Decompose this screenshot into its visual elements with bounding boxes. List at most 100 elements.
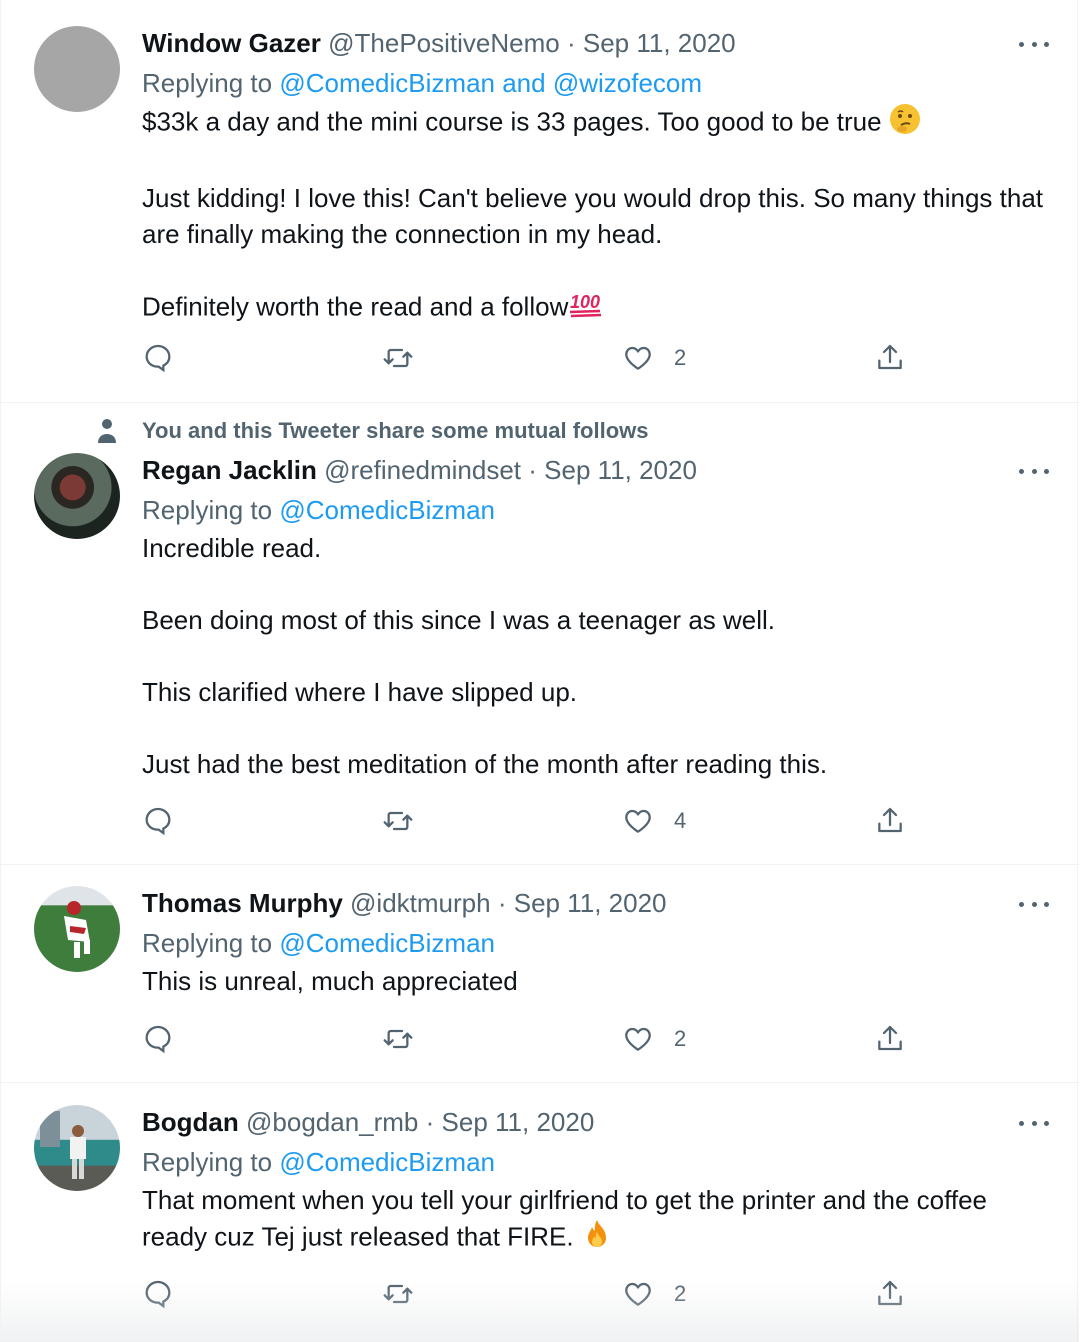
like-count: 2 [674, 1026, 687, 1051]
mutual-follows-notice: You and this Tweeter share some mutual f… [96, 417, 649, 445]
timestamp[interactable]: Sep 11, 2020 [442, 1107, 595, 1137]
fire-emoji-icon [581, 1218, 613, 1259]
heart-icon [625, 809, 651, 833]
tweet-header: Thomas Murphy @idktmurph · Sep 11, 2020 [142, 887, 1049, 919]
avatar[interactable] [34, 26, 120, 112]
reply-button[interactable] [142, 1023, 174, 1055]
display-name[interactable]: Thomas Murphy [142, 888, 343, 918]
retweet-button[interactable] [382, 805, 414, 837]
separator: · [528, 455, 537, 485]
tweet-paragraph: Been doing most of this since I was a te… [142, 605, 776, 635]
tweet-text: Incredible read. Been doing most of this… [142, 530, 1049, 782]
tweet-paragraph: Definitely worth the read and a follow [142, 291, 569, 322]
replying-to: Replying to @ComedicBizman and @wizofeco… [142, 67, 1049, 99]
like-count: 2 [674, 345, 687, 370]
tweet-paragraph: $33k a day and the mini course is 33 pag… [142, 106, 882, 137]
share-button[interactable] [874, 1023, 906, 1055]
tweet-window-gazer[interactable]: Window Gazer @ThePositiveNemo · Sep 11, … [1, 0, 1079, 403]
tweet-text: This is unreal, much appreciated [142, 963, 1049, 999]
replying-to-link[interactable]: @ComedicBizman [279, 1147, 495, 1177]
avatar-photo [40, 1111, 86, 1179]
tweet-header: Bogdan @bogdan_rmb · Sep 11, 2020 [142, 1106, 1049, 1138]
retweet-button[interactable] [382, 1023, 414, 1055]
tweet-paragraph: Just kidding! I love this! Can't believe… [142, 183, 1044, 249]
tweet-content: Window Gazer @ThePositiveNemo · Sep 11, … [142, 27, 1049, 329]
tweet-header: Regan Jacklin @refinedmindset · Sep 11, … [142, 454, 1049, 486]
tweet-text: That moment when you tell your girlfrien… [142, 1182, 1049, 1259]
reply-icon [145, 1280, 171, 1309]
tweet-paragraph: This is unreal, much appreciated [142, 966, 518, 996]
like-button[interactable]: 2 [622, 1278, 686, 1310]
like-button[interactable]: 2 [622, 342, 686, 374]
replies-feed: Window Gazer @ThePositiveNemo · Sep 11, … [0, 0, 1079, 1342]
share-icon [878, 1280, 902, 1306]
tweet-thomas-murphy[interactable]: Thomas Murphy @idktmurph · Sep 11, 2020 … [1, 865, 1079, 1083]
reply-icon [145, 807, 171, 836]
tweet-actions: 2 [142, 1278, 912, 1318]
replying-to-link[interactable]: @ComedicBizman and @wizofecom [279, 68, 702, 98]
reply-button[interactable] [142, 342, 174, 374]
avatar[interactable] [34, 453, 120, 539]
retweet-icon [383, 811, 413, 831]
tweet-content: Thomas Murphy @idktmurph · Sep 11, 2020 … [142, 887, 1049, 999]
replying-to-link[interactable]: @ComedicBizman [279, 928, 495, 958]
heart-icon [625, 1282, 651, 1306]
tweet-actions: 4 [142, 805, 912, 845]
reply-button[interactable] [142, 1278, 174, 1310]
display-name[interactable]: Bogdan [142, 1107, 239, 1137]
share-icon [878, 1025, 902, 1051]
like-button[interactable]: 2 [622, 1023, 686, 1055]
share-button[interactable] [874, 805, 906, 837]
replying-to-link[interactable]: @ComedicBizman [279, 495, 495, 525]
avatar-photo [64, 901, 90, 958]
heart-icon [625, 1027, 651, 1051]
separator: · [566, 28, 576, 58]
avatar[interactable] [34, 886, 120, 972]
tweet-actions: 2 [142, 1023, 912, 1063]
replying-label: Replying to [142, 68, 273, 98]
share-button[interactable] [874, 342, 906, 374]
reply-icon [145, 344, 171, 373]
timestamp[interactable]: Sep 11, 2020 [583, 28, 736, 58]
handle[interactable]: @idktmurph [350, 888, 491, 918]
svg-text:100: 100 [570, 292, 600, 312]
share-button[interactable] [874, 1278, 906, 1310]
timestamp[interactable]: Sep 11, 2020 [514, 888, 667, 918]
share-icon [878, 807, 902, 833]
tweet-regan-jacklin[interactable]: You and this Tweeter share some mutual f… [1, 403, 1079, 865]
display-name[interactable]: Regan Jacklin [142, 455, 317, 485]
handle[interactable]: @ThePositiveNemo [328, 28, 560, 58]
like-button[interactable]: 4 [622, 805, 686, 837]
replying-label: Replying to [142, 1147, 273, 1177]
separator: · [497, 888, 507, 918]
like-count: 2 [674, 1281, 687, 1306]
display-name[interactable]: Window Gazer [142, 28, 321, 58]
reply-button[interactable] [142, 805, 174, 837]
retweet-icon [383, 1029, 413, 1049]
avatar[interactable] [34, 1105, 120, 1191]
timestamp[interactable]: Sep 11, 2020 [544, 455, 697, 485]
handle[interactable]: @refinedmindset [324, 455, 521, 485]
retweet-icon [383, 348, 413, 368]
hundred-points-emoji-icon: 100 [568, 288, 604, 329]
replying-to: Replying to @ComedicBizman [142, 494, 1049, 526]
tweet-text: $33k a day and the mini course is 33 pag… [142, 103, 1049, 329]
tweet-header: Window Gazer @ThePositiveNemo · Sep 11, … [142, 27, 1049, 59]
person-icon [98, 419, 116, 443]
tweet-content: Regan Jacklin @refinedmindset · Sep 11, … [142, 454, 1049, 782]
tweet-paragraph: That moment when you tell your girlfrien… [142, 1185, 987, 1252]
tweet-paragraph: This clarified where I have slipped up. [142, 677, 578, 707]
tweet-actions: 2 [142, 342, 912, 382]
handle[interactable]: @bogdan_rmb [246, 1107, 418, 1137]
retweet-button[interactable] [382, 1278, 414, 1310]
retweet-button[interactable] [382, 342, 414, 374]
replying-label: Replying to [142, 928, 273, 958]
tweet-content: Bogdan @bogdan_rmb · Sep 11, 2020 Replyi… [142, 1106, 1049, 1259]
replying-to: Replying to @ComedicBizman [142, 1146, 1049, 1178]
separator: · [425, 1107, 435, 1137]
retweet-icon [383, 1284, 413, 1304]
tweet-bogdan[interactable]: Bogdan @bogdan_rmb · Sep 11, 2020 Replyi… [1, 1083, 1079, 1342]
mutual-follows-text: You and this Tweeter share some mutual f… [142, 418, 649, 443]
share-icon [878, 344, 902, 370]
reply-icon [145, 1025, 171, 1054]
